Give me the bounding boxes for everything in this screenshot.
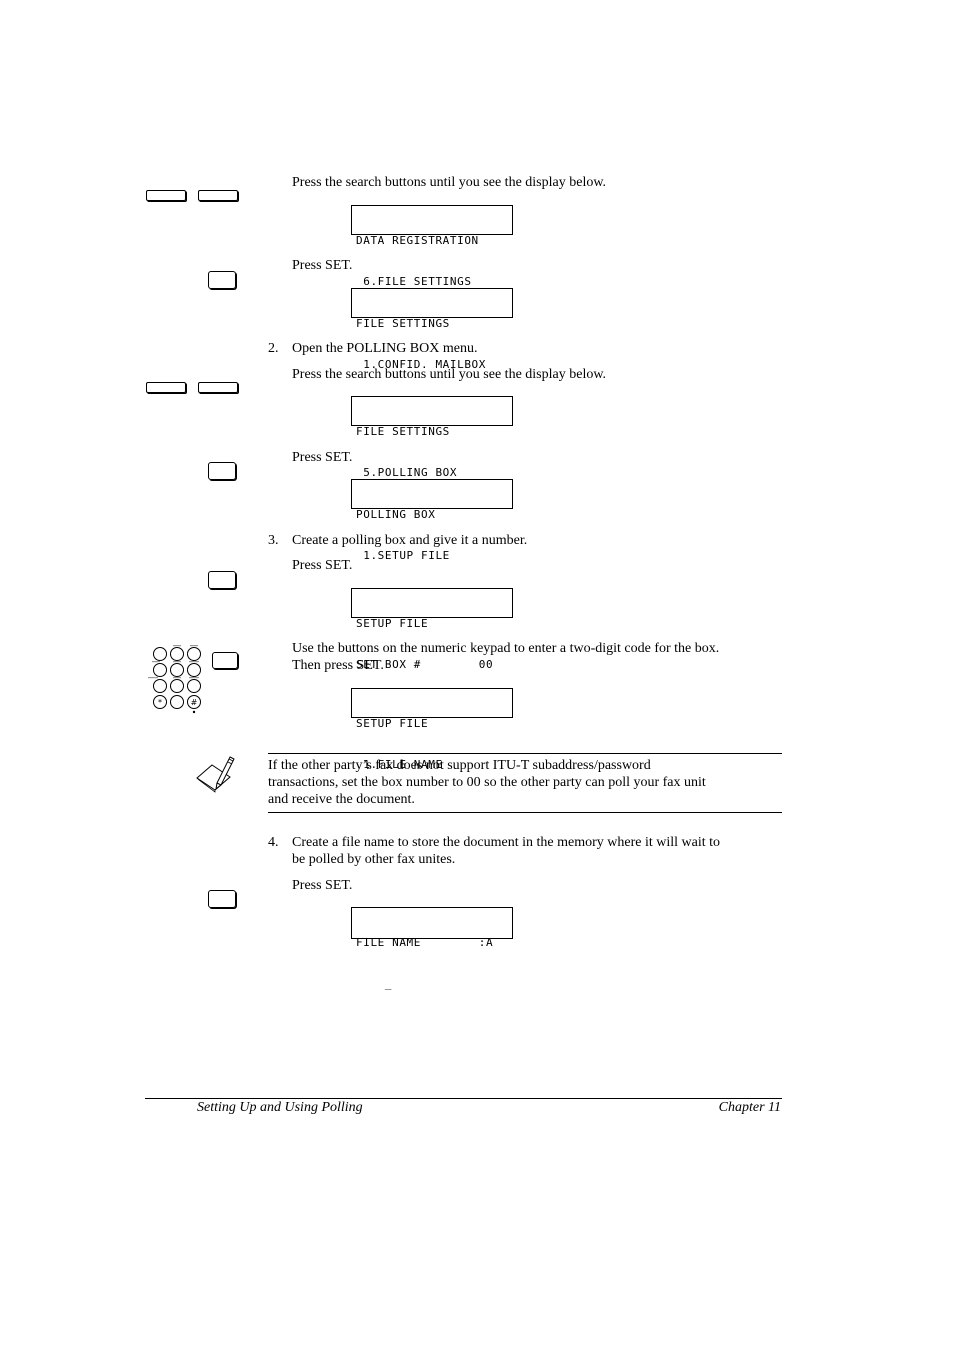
- instruction-text: Press SET.: [292, 258, 353, 273]
- instruction-text: Press SET.: [292, 450, 353, 465]
- set-button-icon: [208, 890, 236, 908]
- footer-rule: [145, 1098, 782, 1099]
- instruction-text: Press SET.: [292, 878, 353, 893]
- set-button-icon: [212, 652, 238, 669]
- set-button-icon: [208, 571, 236, 589]
- lcd-line-1: FILE SETTINGS: [356, 425, 450, 438]
- lcd-line-2: _: [356, 976, 393, 990]
- lcd-line-1: FILE SETTINGS: [356, 317, 450, 330]
- note-top-rule: [268, 753, 782, 754]
- lcd-line-2: 1.SETUP FILE: [356, 548, 450, 562]
- step-number: 4.: [268, 835, 279, 850]
- lcd-line-1: SETUP FILE: [356, 617, 429, 630]
- footer-chapter: Chapter 11: [718, 1100, 781, 1115]
- svg-text:*: *: [158, 698, 162, 707]
- lcd-line-2: 5.POLLING BOX: [356, 465, 458, 479]
- instruction-text: Press the search buttons until you see t…: [292, 175, 607, 190]
- lcd-line-2: 6.FILE SETTINGS: [356, 274, 472, 288]
- instruction-text: Then press SET.: [292, 658, 384, 673]
- step-title: be polled by other fax unites.: [292, 852, 456, 867]
- set-button-icon: [208, 462, 236, 480]
- search-right-button-icon: [198, 382, 238, 393]
- note-text-line: transactions, set the box number to 00 s…: [268, 775, 706, 790]
- note-pencil-icon: [196, 756, 235, 793]
- search-left-button-icon: [146, 382, 186, 393]
- lcd-line-1: POLLING BOX: [356, 508, 436, 521]
- note-text-line: and receive the document.: [268, 792, 415, 807]
- search-right-button-icon: [198, 190, 238, 201]
- note-text-line: If the other party’s fax does not suppor…: [268, 758, 651, 773]
- lcd-display: FILE SETTINGS 1.CONFID. MAILBOX: [351, 288, 513, 371]
- step-number: 2.: [268, 341, 279, 356]
- instruction-text: Use the buttons on the numeric keypad to…: [292, 641, 720, 656]
- footer-section-title: Setting Up and Using Polling: [197, 1100, 363, 1115]
- search-left-button-icon: [146, 190, 186, 201]
- lcd-display: FILE SETTINGS 5.POLLING BOX: [351, 396, 513, 479]
- instruction-text: Press the search buttons until you see t…: [292, 367, 607, 382]
- step-title: Open the POLLING BOX menu.: [292, 341, 478, 356]
- step-number: 3.: [268, 533, 279, 548]
- step-title: Create a file name to store the document…: [292, 835, 721, 850]
- keypad-icon: * #: [148, 645, 201, 714]
- lcd-line-1: SETUP FILE: [356, 717, 429, 730]
- lcd-line-1: DATA REGISTRATION: [356, 234, 479, 247]
- step-title: Create a polling box and give it a numbe…: [292, 533, 528, 548]
- lcd-display: FILE NAME :A _: [351, 907, 513, 990]
- lcd-display: SETUP FILE SET BOX # 00: [351, 588, 513, 671]
- instruction-text: Press SET.: [292, 558, 353, 573]
- lcd-display: POLLING BOX 1.SETUP FILE: [351, 479, 513, 562]
- lcd-display: SETUP FILE 1.FILE NAME: [351, 688, 513, 771]
- set-button-icon: [208, 271, 236, 289]
- note-bottom-rule: [268, 812, 782, 813]
- lcd-line-1: FILE NAME :A: [356, 936, 494, 949]
- svg-text:#: #: [191, 698, 198, 707]
- lcd-display: DATA REGISTRATION 6.FILE SETTINGS: [351, 205, 513, 288]
